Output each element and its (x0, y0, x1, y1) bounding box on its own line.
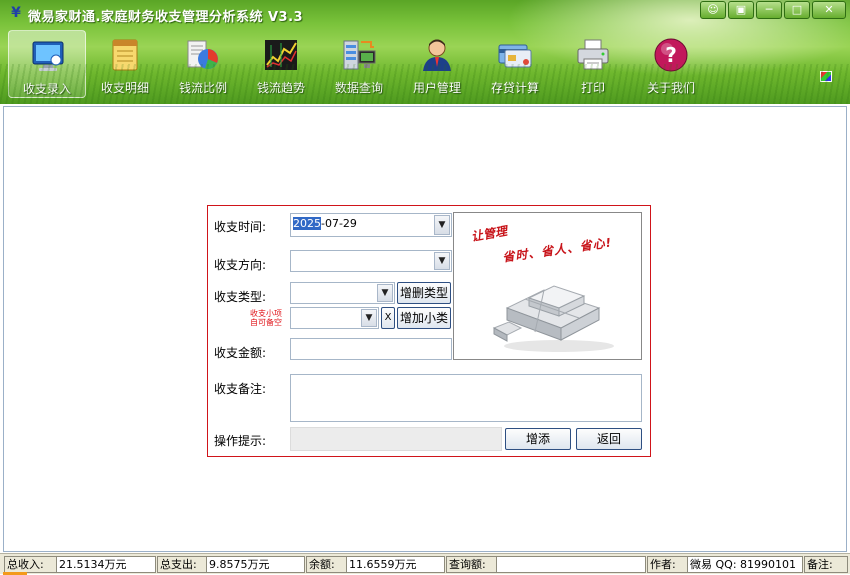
puzzle-cube-icon (492, 285, 614, 352)
income-value: 21.5134万元 (56, 556, 156, 573)
tool-data-query[interactable]: 数据查询 (320, 30, 398, 98)
expense-value: 9.8575万元 (206, 556, 305, 573)
printer-icon (577, 39, 609, 70)
tool-label: 存贷计算 (490, 81, 539, 95)
author-label: 作者: (647, 556, 687, 573)
promo-line1: 让管理 (470, 223, 509, 245)
tool-flow-ratio[interactable]: 钱流比例 (164, 30, 242, 98)
author-value: 微易 QQ: 81990101 (687, 556, 803, 573)
tool-label: 钱流比例 (178, 81, 227, 95)
tool-label: 收支录入 (22, 82, 71, 96)
amount-input[interactable] (290, 338, 452, 360)
skin-button[interactable]: ☺ (700, 1, 726, 19)
note-label: 收支备注: (214, 382, 267, 396)
balance-label: 余额: (306, 556, 346, 573)
tool-label: 用户管理 (412, 81, 461, 95)
amount-label: 收支金额: (214, 346, 267, 360)
hint-display (290, 427, 502, 451)
status-bar: 总收入: 21.5134万元 总支出: 9.8575万元 余额: 11.6559… (0, 553, 850, 575)
header: ¥ 微易家财通.家庭财务收支管理分析系统 V3.3 ☺ ▣ ─ □ ✕ 收支录入 (0, 0, 850, 104)
menu-button[interactable]: ▣ (728, 1, 754, 19)
app-logo-icon: ¥ (11, 5, 21, 21)
chevron-down-icon[interactable]: ▼ (361, 309, 377, 327)
palette-icon[interactable] (820, 71, 832, 82)
tool-print[interactable]: 打印 (554, 30, 632, 98)
clear-subtype-button[interactable]: X (381, 307, 395, 329)
query-label: 查询额: (446, 556, 496, 573)
title-bar[interactable]: ¥ 微易家财通.家庭财务收支管理分析系统 V3.3 ☺ ▣ ─ □ ✕ (0, 0, 850, 28)
tool-label: 钱流趋势 (256, 81, 305, 95)
note-textarea[interactable] (290, 374, 642, 422)
maximize-button[interactable]: □ (784, 1, 810, 19)
monitor-icon (32, 41, 64, 71)
tool-flow-trend[interactable]: 钱流趋势 (242, 30, 320, 98)
tool-about[interactable]: ? 关于我们 (632, 30, 710, 98)
direction-label: 收支方向: (214, 258, 267, 272)
income-label: 总收入: (4, 556, 56, 573)
remark-label: 备注: (804, 556, 848, 573)
type-select[interactable]: ▼ (290, 282, 395, 304)
notepad-icon (112, 39, 138, 71)
server-query-icon (343, 40, 376, 70)
add-button[interactable]: 增添 (505, 428, 571, 450)
hint-label: 操作提示: (214, 434, 267, 448)
balance-value: 11.6559万元 (346, 556, 445, 573)
tool-label: 关于我们 (646, 81, 695, 95)
window-title: 微易家财通.家庭财务收支管理分析系统 V3.3 (28, 10, 304, 25)
type-label: 收支类型: (214, 290, 267, 304)
date-value: 2025-07-29 (293, 217, 357, 230)
date-picker[interactable]: 2025-07-29 ▼ (290, 213, 452, 237)
add-subtype-button[interactable]: 增加小类 (397, 307, 451, 329)
promo-image: 让管理 省时、省人、省心! (453, 212, 642, 360)
tool-label: 打印 (580, 81, 605, 95)
edit-type-button[interactable]: 增删类型 (397, 282, 451, 304)
query-value (496, 556, 646, 573)
chevron-down-icon[interactable]: ▼ (434, 252, 450, 270)
direction-select[interactable]: ▼ (290, 250, 452, 272)
subtype-select[interactable]: ▼ (290, 307, 379, 329)
chevron-down-icon[interactable]: ▼ (377, 284, 393, 302)
promo-line2: 省时、省人、省心! (501, 235, 613, 265)
back-button[interactable]: 返回 (576, 428, 642, 450)
user-icon (423, 39, 451, 71)
main-toolbar: 收支录入 收支明细 钱流比例 钱流趋势 数据查询 用户管理 存贷计算 打印 ? … (8, 30, 710, 98)
expense-label: 总支出: (157, 556, 206, 573)
tool-loan-calc[interactable]: 存贷计算 (476, 30, 554, 98)
tool-label: 收支明细 (100, 81, 149, 95)
date-dropdown-icon[interactable]: ▼ (434, 215, 450, 235)
window-controls: ☺ ▣ ─ □ ✕ (700, 1, 846, 19)
stock-chart-icon (265, 40, 297, 70)
time-label: 收支时间: (214, 220, 267, 234)
subtype-hint: 收支小项 自可备空 (250, 309, 282, 327)
pie-chart-icon (187, 40, 218, 69)
tool-label: 数据查询 (334, 81, 383, 95)
tool-income-entry[interactable]: 收支录入 (8, 30, 86, 98)
minimize-button[interactable]: ─ (756, 1, 782, 19)
svg-text:?: ? (665, 43, 677, 67)
tool-user-manage[interactable]: 用户管理 (398, 30, 476, 98)
help-icon: ? (654, 38, 688, 72)
close-button[interactable]: ✕ (812, 1, 846, 19)
tool-detail[interactable]: 收支明细 (86, 30, 164, 98)
credit-card-icon (498, 44, 532, 68)
